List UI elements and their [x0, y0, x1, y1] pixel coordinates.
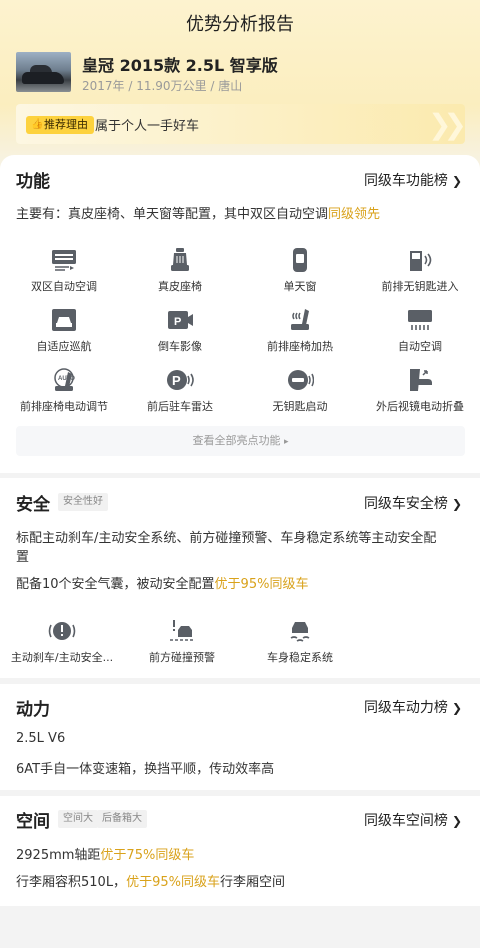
feature-item[interactable]: 前排座椅加热 [240, 307, 360, 354]
collision-warning-icon [170, 620, 194, 641]
brake-warning-icon [48, 622, 76, 640]
seat-icon [171, 248, 189, 271]
report-header: 优势分析报告 皇冠 2015款 2.5L 智享版 2017年 / 11.90万公… [0, 0, 480, 175]
power-section: 动力 同级车动力榜 ❯ 2.5L V6 6AT手自一体变速箱，换挡平顺，传动效率高 [0, 684, 480, 790]
stability-control-icon [290, 622, 310, 642]
feature-item[interactable]: 单天窗 [240, 247, 360, 294]
space-title: 空间 [16, 812, 50, 832]
chevron-right-icon: ❯ [451, 814, 462, 828]
safety-desc-line2: 配备10个安全气囊，被动安全配置优于95%同级车 [16, 577, 309, 592]
push-start-icon [288, 370, 314, 390]
svg-text:P: P [172, 373, 181, 388]
reverse-camera-icon: P [168, 311, 193, 329]
recommend-reason-tag: 👍 推荐理由 [26, 116, 94, 134]
chevron-right-icon: ❯ [451, 497, 462, 511]
space-tag: 后备箱大 [97, 810, 147, 828]
space-tag: 空间大 [58, 810, 98, 828]
recommend-reason-bar: 👍 推荐理由 属于个人一手好车 ❯❯ [16, 104, 467, 144]
recommend-reason-text: 属于个人一手好车 [95, 119, 200, 134]
view-all-features-button[interactable]: 查看全部亮点功能 ▸ [16, 426, 465, 456]
chevron-decoration-icon: ❯❯ [428, 108, 467, 141]
power-seat-icon: AUTO [54, 368, 75, 391]
safety-item[interactable]: 车身稳定系统 [240, 618, 360, 665]
features-section: 功能 同级车功能榜 ❯ 主要有：真皮座椅、单天窗等配置，其中双区自动空调同级领先 … [0, 155, 480, 473]
feature-item[interactable]: 前排无钥匙进入 [360, 247, 480, 294]
safety-desc-line1-cont: 置 [16, 550, 30, 565]
feature-item[interactable]: 双区自动空调 [4, 247, 124, 294]
triangle-right-icon: ▸ [283, 437, 289, 447]
feature-item[interactable]: AUTO 前排座椅电动调节 [4, 367, 124, 414]
feature-item[interactable]: P 前后驻车雷达 [120, 367, 240, 414]
space-wheelbase: 2925mm轴距优于75%同级车 [16, 848, 195, 863]
feature-item[interactable]: 无钥匙启动 [240, 367, 360, 414]
ac-vent-icon [52, 250, 76, 271]
car-photo[interactable] [16, 52, 71, 92]
feature-item[interactable]: 外后视镜电动折叠 [360, 367, 480, 414]
sunroof-icon [293, 248, 307, 272]
safety-tag: 安全性好 [58, 493, 108, 511]
safety-title: 安全 [16, 495, 50, 515]
features-summary: 主要有：真皮座椅、单天窗等配置，其中双区自动空调同级领先 [16, 207, 381, 222]
car-meta: 2017年 / 11.90万公里 / 唐山 [82, 79, 243, 93]
features-title: 功能 [16, 172, 50, 192]
page-title: 优势分析报告 [186, 14, 294, 35]
safety-item[interactable]: 前方碰撞预警 [122, 618, 242, 665]
svg-text:P: P [174, 316, 181, 328]
seat-heating-icon [291, 309, 309, 330]
feature-item[interactable]: P 倒车影像 [120, 307, 240, 354]
safety-item[interactable]: 主动刹车/主动安全... [2, 618, 122, 665]
safety-section: 安全 安全性好 同级车安全榜 ❯ 标配主动刹车/主动安全系统、前方碰撞预警、车身稳… [0, 478, 480, 678]
space-rank-link[interactable]: 同级车空间榜 ❯ [364, 810, 462, 830]
safety-desc-line1: 标配主动刹车/主动安全系统、前方碰撞预警、车身稳定系统等主动安全配 [16, 531, 437, 546]
adaptive-cruise-icon [52, 309, 76, 331]
features-rank-link[interactable]: 同级车功能榜 ❯ [364, 170, 462, 190]
auto-ac-icon [408, 310, 432, 330]
power-title: 动力 [16, 700, 50, 720]
power-engine: 2.5L V6 [16, 731, 66, 746]
chevron-right-icon: ❯ [451, 701, 462, 715]
power-transmission: 6AT手自一体变速箱，换挡平顺，传动效率高 [16, 762, 275, 777]
feature-item[interactable]: 自动空调 [360, 307, 480, 354]
parking-radar-icon: P [167, 370, 194, 390]
thumbs-up-icon: 👍 [31, 119, 44, 130]
space-trunk: 行李厢容积510L，优于95%同级车行李厢空间 [16, 875, 285, 890]
feature-item[interactable]: 自适应巡航 [4, 307, 124, 354]
chevron-right-icon: ❯ [451, 174, 462, 188]
mirror-fold-icon [410, 369, 432, 391]
space-section: 空间 空间大 后备箱大 同级车空间榜 ❯ 2925mm轴距优于75%同级车 行李厢… [0, 796, 480, 906]
safety-rank-link[interactable]: 同级车安全榜 ❯ [364, 493, 462, 513]
feature-item[interactable]: 真皮座椅 [120, 247, 240, 294]
power-rank-link[interactable]: 同级车动力榜 ❯ [364, 697, 462, 717]
keyless-entry-icon [410, 251, 432, 271]
car-name: 皇冠 2015款 2.5L 智享版 [82, 56, 278, 75]
